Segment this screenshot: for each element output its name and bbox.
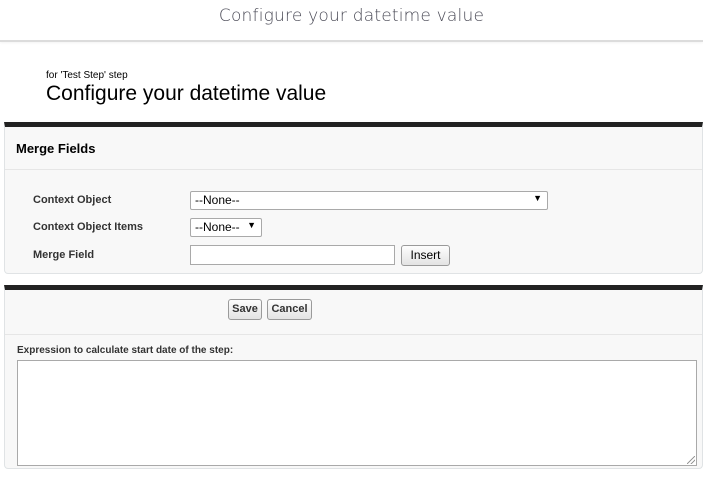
expression-panel: Save Cancel Expression to calculate star… — [4, 285, 703, 469]
context-object-items-label: Context Object Items — [33, 221, 144, 233]
page-subtitle: for 'Test Step' step — [46, 70, 128, 81]
merge-field-row: Merge Field — [33, 249, 94, 261]
cancel-button[interactable]: Cancel — [267, 299, 312, 320]
chevron-down-icon: ▼ — [247, 220, 256, 230]
chevron-down-icon: ▼ — [533, 193, 542, 203]
merge-fields-panel: Merge Fields Context Object --None-- ▼ C… — [4, 122, 703, 274]
top-bar: Configure your datetime value — [0, 0, 703, 42]
merge-fields-title: Merge Fields — [5, 127, 702, 170]
save-button[interactable]: Save — [228, 299, 262, 320]
expression-label: Expression to calculate start date of th… — [17, 345, 234, 356]
context-object-select[interactable]: --None-- ▼ — [190, 191, 548, 210]
context-object-value: --None-- — [195, 193, 240, 207]
page-title: Configure your datetime value — [46, 82, 327, 105]
context-object-items-row: Context Object Items — [33, 221, 143, 233]
top-bar-title: Configure your datetime value — [218, 6, 485, 26]
merge-field-label: Merge Field — [33, 249, 95, 261]
context-object-row: Context Object — [33, 194, 111, 206]
page-header: for 'Test Step' step Configure your date… — [46, 70, 326, 106]
action-toolbar: Save Cancel — [5, 290, 702, 335]
context-object-items-select[interactable]: --None-- ▼ — [190, 218, 262, 237]
merge-field-input[interactable] — [190, 245, 395, 265]
resize-grip-icon[interactable] — [687, 456, 695, 464]
insert-button[interactable]: Insert — [401, 245, 450, 266]
context-object-label: Context Object — [33, 194, 112, 206]
context-object-items-value: --None-- — [195, 220, 240, 234]
expression-textarea[interactable] — [17, 360, 697, 466]
